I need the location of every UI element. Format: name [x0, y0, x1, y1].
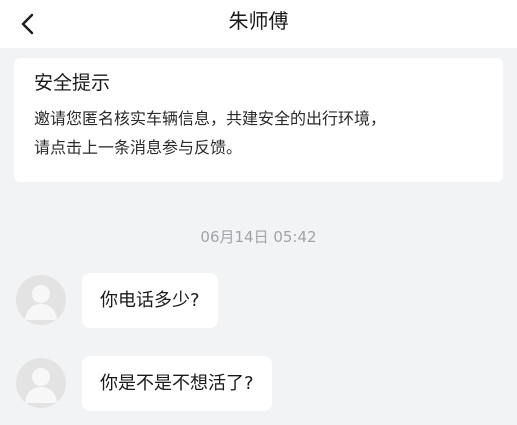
page-title: 朱师傅: [228, 9, 289, 33]
safety-notice-body: 邀请您匿名核实车辆信息，共建安全的出行环境， 请点击上一条消息参与反馈。: [34, 104, 483, 162]
nav-bar: 朱师傅: [0, 0, 517, 48]
message-bubble[interactable]: 你电话多少?: [82, 273, 218, 328]
safety-notice-title: 安全提示: [34, 72, 111, 94]
default-avatar-icon[interactable]: [16, 358, 66, 408]
safety-notice-card[interactable]: 安全提示 邀请您匿名核实车辆信息，共建安全的出行环境， 请点击上一条消息参与反馈…: [14, 58, 503, 182]
safety-notice-line-2: 请点击上一条消息参与反馈。: [34, 138, 243, 157]
message-timestamp: 06月14日 05:42: [200, 228, 317, 246]
default-avatar-icon[interactable]: [16, 275, 66, 325]
safety-notice-line-1: 邀请您匿名核实车辆信息，共建安全的出行环境，: [34, 109, 387, 128]
message-bubble[interactable]: 你是不是不想活了?: [82, 356, 272, 411]
